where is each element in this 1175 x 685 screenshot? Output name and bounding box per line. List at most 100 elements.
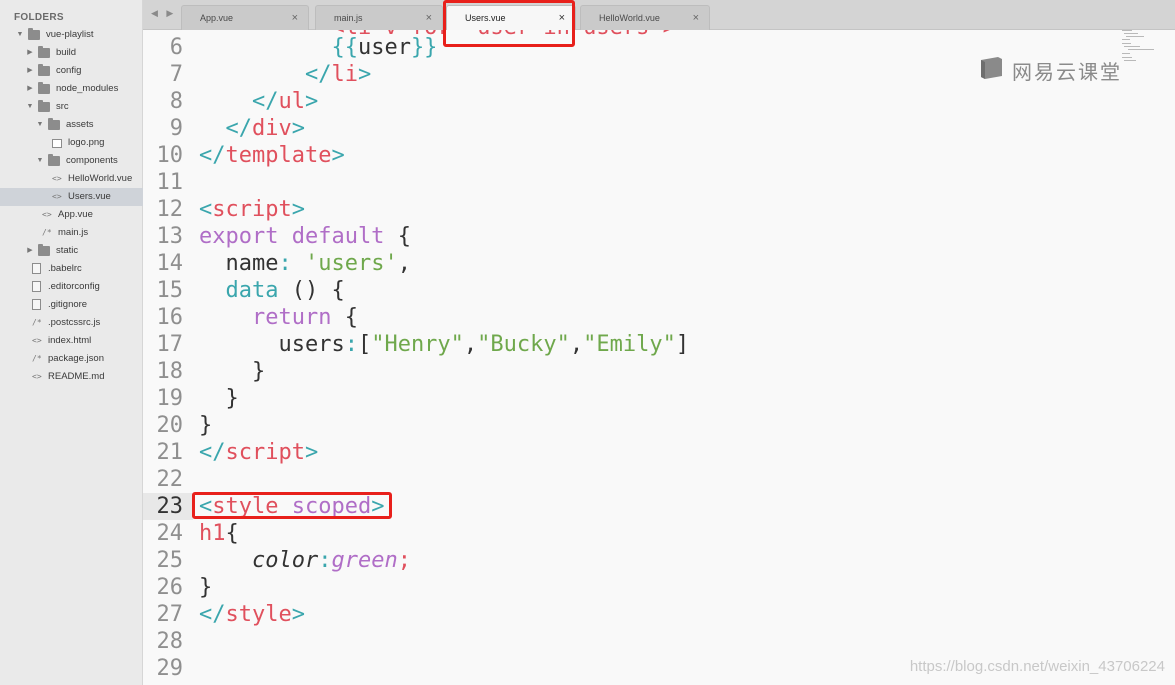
tree-item[interactable]: <> App.vue [0, 206, 143, 224]
tree-item[interactable]: .babelrc [0, 260, 143, 278]
line-number: 15 [156, 278, 184, 303]
code-token: style [225, 602, 292, 627]
code-token: ; [397, 548, 411, 573]
code-token: </ [199, 143, 226, 168]
disclosure-open-icon[interactable]: ▼ [36, 116, 44, 134]
disclosure-open-icon[interactable]: ▼ [26, 98, 34, 116]
tab-helloworld-vue[interactable]: HelloWorld.vue × [580, 5, 710, 30]
tree-item[interactable]: /* main.js [0, 224, 143, 242]
close-icon[interactable]: × [292, 12, 298, 24]
disclosure-closed-icon[interactable]: ▶ [26, 44, 34, 62]
code-token: script [212, 197, 292, 222]
code-token: </ [199, 440, 226, 465]
code-line: </style> [199, 601, 305, 628]
disclosure-closed-icon[interactable]: ▶ [26, 242, 34, 260]
script-file-icon: /* [42, 228, 52, 237]
code-file-icon: <> [32, 372, 42, 381]
code-token: { [225, 521, 239, 546]
disclosure-open-icon[interactable]: ▼ [36, 152, 44, 170]
code-token: { [331, 305, 358, 330]
tree-item[interactable]: <> README.md [0, 368, 143, 386]
code-token: } [199, 413, 213, 438]
code-token: "Henry" [371, 332, 464, 357]
tree-item[interactable]: /* package.json [0, 350, 143, 368]
disclosure-open-icon[interactable]: ▼ [16, 26, 24, 44]
code-token: > [304, 440, 319, 465]
line-number: 27 [156, 602, 184, 627]
tree-item[interactable]: /* .postcssrc.js [0, 314, 143, 332]
highlight-box-users-tab [443, 0, 575, 47]
code-file-icon: <> [52, 174, 62, 183]
tree-item[interactable]: ▶ node_modules [0, 80, 143, 98]
code-line: </template> [199, 142, 345, 169]
tree-item-label: App.vue [58, 209, 93, 220]
disclosure-closed-icon[interactable]: ▶ [26, 62, 34, 80]
code-editor[interactable]: <li v-for="user in users"> 6 {{user}}7 <… [143, 30, 1175, 685]
tree-item-label: .editorconfig [48, 281, 100, 292]
tree-item[interactable]: logo.png [0, 134, 143, 152]
code-token: ul [278, 89, 305, 114]
tree-item-label: components [66, 155, 118, 166]
code-token: } [199, 575, 213, 600]
code-file-icon: <> [52, 192, 62, 201]
tree-item[interactable]: ▼ vue-playlist [0, 26, 143, 44]
tree-item[interactable]: ▼ components [0, 152, 143, 170]
minimap[interactable] [1118, 28, 1158, 64]
highlight-box-style-scoped [192, 492, 392, 519]
code-line: users:["Henry","Bucky","Emily"] [199, 331, 689, 358]
tab-label: HelloWorld.vue [599, 13, 660, 23]
tree-item-label: README.md [48, 371, 105, 382]
watermark-url: https://blog.csdn.net/weixin_43706224 [909, 658, 1165, 675]
tab-nav-arrows-icon[interactable]: ◀ ▶ [151, 8, 176, 19]
code-token: : [278, 251, 292, 276]
tree-item[interactable]: <> index.html [0, 332, 143, 350]
code-token: { [397, 224, 411, 249]
tab-app-vue[interactable]: App.vue × [181, 5, 309, 30]
tree-item[interactable]: <> HelloWorld.vue [0, 170, 143, 188]
line-number: 7 [169, 62, 183, 87]
code-token: data [225, 278, 279, 303]
tree-item-label: build [56, 47, 77, 58]
tree-item-label: src [56, 101, 69, 112]
tree-item-label: .babelrc [48, 263, 82, 274]
tree-item[interactable]: ▶ static [0, 242, 143, 260]
tree-item[interactable]: ▶ build [0, 44, 143, 62]
tree-item[interactable]: .gitignore [0, 296, 143, 314]
code-line: </ul> [199, 88, 318, 115]
tree-item[interactable]: <> Users.vue [0, 188, 143, 206]
code-line: </div> [199, 115, 306, 142]
code-line: </script> [199, 439, 318, 466]
code-line: return { [199, 304, 358, 331]
code-line: </li> [199, 61, 371, 88]
code-token: div [252, 116, 292, 141]
code-token: green [331, 548, 398, 573]
file-icon [32, 299, 41, 310]
sidebar-header: FOLDERS [14, 12, 64, 23]
folder-icon [38, 244, 50, 256]
script-file-icon: /* [32, 318, 42, 327]
file-icon [32, 263, 41, 274]
code-line: name: 'users', [199, 250, 410, 277]
code-line: export default { [199, 223, 411, 250]
tree-item[interactable]: ▶ config [0, 62, 143, 80]
line-number: 12 [156, 197, 184, 222]
code-token: : [318, 548, 332, 573]
close-icon[interactable]: × [426, 12, 432, 24]
code-token: return [251, 305, 332, 330]
tab-main-js[interactable]: main.js × [315, 5, 443, 30]
code-token: > [291, 116, 305, 141]
code-token: {{ [331, 35, 358, 60]
disclosure-closed-icon[interactable]: ▶ [26, 80, 34, 98]
code-line: } [199, 412, 212, 439]
line-number: 25 [156, 548, 184, 573]
code-token: h1 [199, 521, 226, 546]
tree-item[interactable]: ▼ assets [0, 116, 143, 134]
close-icon[interactable]: × [693, 12, 699, 24]
tree-item[interactable]: .editorconfig [0, 278, 143, 296]
tree-item[interactable]: ▼ src [0, 98, 143, 116]
code-token: name [199, 251, 279, 276]
